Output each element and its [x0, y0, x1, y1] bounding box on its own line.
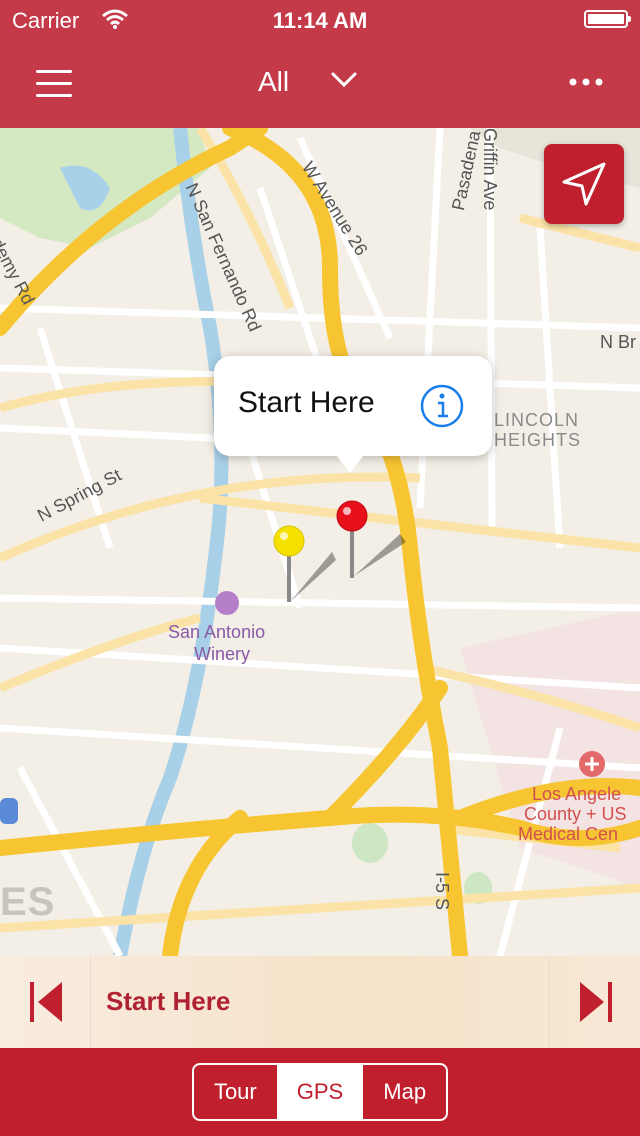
skip-previous-icon: [30, 982, 62, 1022]
bottom-tab-bar: Tour GPS Map: [0, 1048, 640, 1136]
clock: 11:14 AM: [272, 8, 368, 33]
red-pin[interactable]: [334, 498, 414, 582]
ellipsis-icon[interactable]: [568, 76, 604, 88]
poi-label: San Antonio: [168, 622, 266, 642]
current-stop-title: Start Here: [106, 986, 231, 1016]
battery-icon: [584, 10, 631, 28]
previous-stop-button[interactable]: [0, 956, 91, 1048]
map-callout[interactable]: Start Here: [214, 356, 492, 456]
skip-next-icon: [580, 982, 612, 1022]
status-bar: Carrier 11:14 AM: [0, 0, 640, 40]
tour-stop-player: Start Here: [0, 956, 640, 1048]
callout-pointer: [336, 455, 364, 473]
street-label: N Br: [600, 332, 636, 352]
info-icon[interactable]: [420, 384, 464, 428]
poi-label: Winery: [194, 644, 251, 664]
hamburger-icon-line: [36, 82, 72, 85]
hamburger-icon: [36, 70, 72, 73]
street-label: Griffin Ave: [480, 128, 500, 211]
district-label: ES: [0, 880, 56, 924]
hamburger-icon-line: [36, 94, 72, 97]
location-arrow-icon: [562, 162, 606, 206]
locate-me-button[interactable]: [544, 144, 624, 224]
poi-label: Los Angele: [532, 784, 622, 804]
street-label: I-5 S: [432, 872, 452, 911]
filter-dropdown-label[interactable]: All: [258, 66, 289, 98]
hamburger-menu-button[interactable]: [36, 68, 72, 100]
view-mode-segmented-control: Tour GPS Map: [192, 1063, 448, 1121]
poi-label: Medical Cen: [518, 824, 619, 844]
district-label: LINCOLN: [494, 410, 580, 430]
next-stop-button[interactable]: [549, 956, 640, 1048]
nav-bar: All: [0, 40, 640, 128]
tab-map[interactable]: Map: [361, 1065, 446, 1119]
tab-gps[interactable]: GPS: [276, 1065, 362, 1119]
callout-title: Start Here: [238, 386, 375, 419]
yellow-pin[interactable]: [270, 522, 340, 606]
district-label: HEIGHTS: [494, 430, 582, 450]
tab-tour[interactable]: Tour: [194, 1065, 277, 1119]
poi-label: County + US: [524, 804, 627, 824]
chevron-down-icon[interactable]: [330, 70, 358, 90]
